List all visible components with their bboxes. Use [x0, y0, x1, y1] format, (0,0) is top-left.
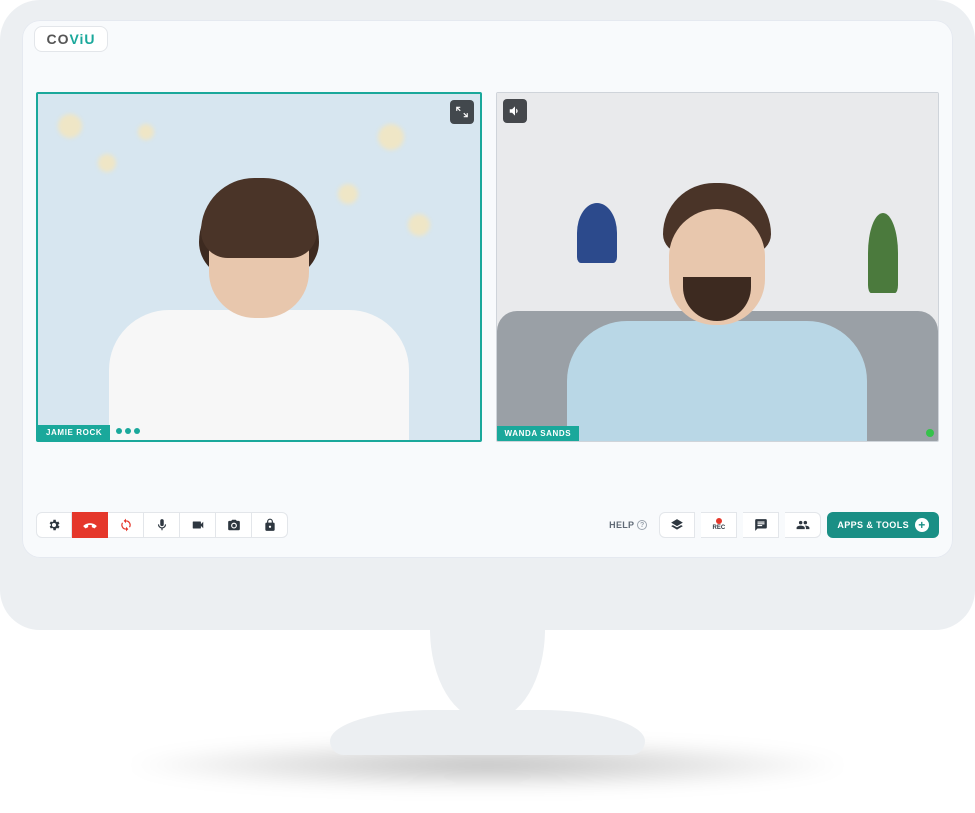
layers-icon	[670, 518, 684, 532]
toolbar-left	[36, 512, 288, 538]
speaker-button[interactable]	[503, 99, 527, 123]
record-button[interactable]: REC	[701, 512, 737, 538]
help-icon: ?	[637, 520, 647, 530]
signal-dots	[116, 428, 140, 434]
lock-icon	[263, 518, 277, 532]
chat-button[interactable]	[743, 512, 779, 538]
monitor-stand-neck	[430, 620, 545, 720]
stage: COViU	[0, 0, 975, 813]
camera-icon	[227, 518, 241, 532]
monitor-frame: COViU	[0, 0, 975, 630]
toolbar-right: HELP ? REC	[609, 512, 939, 538]
people-icon	[796, 518, 810, 532]
participant-name-remote: WANDA SANDS	[497, 426, 580, 441]
apps-tools-button[interactable]: APPS & TOOLS +	[827, 512, 939, 538]
video-grid: JAMIE ROCK	[36, 92, 939, 442]
speaker-icon	[508, 104, 522, 118]
help-label[interactable]: HELP ?	[609, 520, 647, 530]
brand-accent: ViU	[69, 31, 95, 47]
help-text: HELP	[609, 520, 634, 530]
chat-icon	[754, 518, 768, 532]
plus-circle-icon: +	[915, 518, 929, 532]
participant-figure-remote	[567, 179, 867, 441]
video-tile-remote[interactable]: WANDA SANDS	[496, 92, 940, 442]
video-button[interactable]	[180, 512, 216, 538]
layers-button[interactable]	[659, 512, 695, 538]
people-button[interactable]	[785, 512, 821, 538]
lock-button[interactable]	[252, 512, 288, 538]
mic-icon	[155, 518, 169, 532]
camera-button[interactable]	[216, 512, 252, 538]
participant-figure-self	[109, 178, 409, 440]
participant-name-self: JAMIE ROCK	[38, 425, 110, 440]
app-screen: COViU	[22, 20, 953, 558]
brand-prefix: CO	[46, 31, 69, 47]
video-tile-self[interactable]: JAMIE ROCK	[36, 92, 482, 442]
sync-button[interactable]	[108, 512, 144, 538]
settings-button[interactable]	[36, 512, 72, 538]
mic-button[interactable]	[144, 512, 180, 538]
brand-logo: COViU	[34, 26, 108, 52]
shrink-button[interactable]	[450, 100, 474, 124]
gear-icon	[47, 518, 61, 532]
video-icon	[191, 518, 205, 532]
phone-down-icon	[83, 518, 97, 532]
hangup-button[interactable]	[72, 512, 108, 538]
shrink-icon	[455, 105, 469, 119]
sync-icon	[119, 518, 133, 532]
apps-tools-label: APPS & TOOLS	[837, 520, 909, 530]
record-label: REC	[713, 524, 726, 532]
presence-indicator	[926, 429, 934, 437]
call-toolbar: HELP ? REC	[36, 510, 939, 540]
